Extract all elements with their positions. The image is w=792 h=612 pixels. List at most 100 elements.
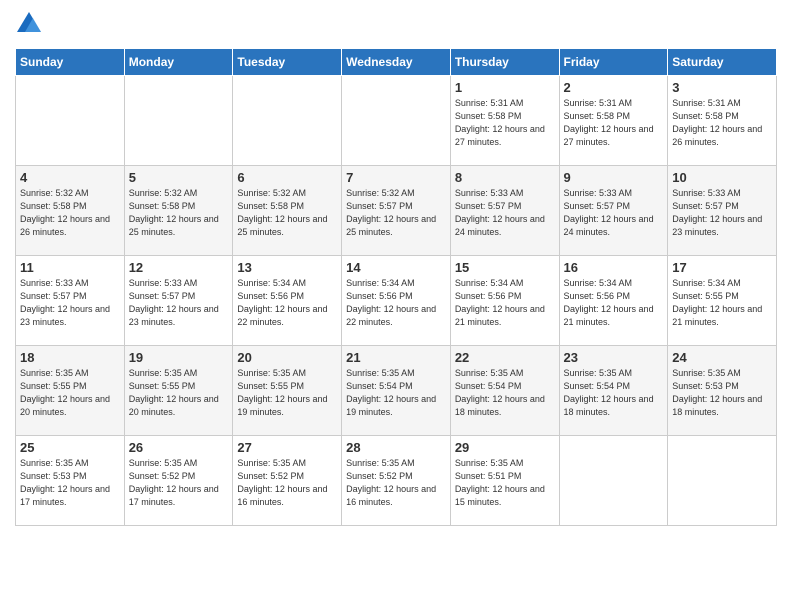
day-number: 23	[564, 350, 664, 365]
calendar-table: SundayMondayTuesdayWednesdayThursdayFrid…	[15, 48, 777, 526]
calendar-cell	[16, 76, 125, 166]
calendar-cell	[124, 76, 233, 166]
calendar-cell: 23 Sunrise: 5:35 AM Sunset: 5:54 PM Dayli…	[559, 346, 668, 436]
day-info: Sunrise: 5:31 AM Sunset: 5:58 PM Dayligh…	[564, 97, 664, 149]
calendar-cell	[342, 76, 451, 166]
day-info: Sunrise: 5:31 AM Sunset: 5:58 PM Dayligh…	[455, 97, 555, 149]
logo-icon	[15, 10, 43, 38]
day-info: Sunrise: 5:32 AM Sunset: 5:58 PM Dayligh…	[237, 187, 337, 239]
calendar-week-row: 25 Sunrise: 5:35 AM Sunset: 5:53 PM Dayli…	[16, 436, 777, 526]
calendar-cell: 26Sunrise: 5:35 AM Sunset: 5:52 PM Dayli…	[124, 436, 233, 526]
logo	[15, 10, 47, 38]
calendar-cell: 17 Sunrise: 5:34 AM Sunset: 5:55 PM Dayli…	[668, 256, 777, 346]
calendar-cell: 20 Sunrise: 5:35 AM Sunset: 5:55 PM Dayli…	[233, 346, 342, 436]
day-number: 4	[20, 170, 120, 185]
calendar-cell: 8 Sunrise: 5:33 AM Sunset: 5:57 PM Daylig…	[450, 166, 559, 256]
calendar-cell: 2 Sunrise: 5:31 AM Sunset: 5:58 PM Daylig…	[559, 76, 668, 166]
day-info: Sunrise: 5:35 AM Sunset: 5:53 PM Dayligh…	[672, 367, 772, 419]
calendar-cell: 15 Sunrise: 5:34 AM Sunset: 5:56 PM Dayli…	[450, 256, 559, 346]
weekday-header-row: SundayMondayTuesdayWednesdayThursdayFrid…	[16, 49, 777, 76]
day-info: Sunrise: 5:33 AM Sunset: 5:57 PM Dayligh…	[129, 277, 229, 329]
day-info: Sunrise: 5:32 AM Sunset: 5:57 PM Dayligh…	[346, 187, 446, 239]
day-number: 28	[346, 440, 446, 455]
day-info: Sunrise: 5:34 AM Sunset: 5:56 PM Dayligh…	[455, 277, 555, 329]
day-number: 20	[237, 350, 337, 365]
day-number: 3	[672, 80, 772, 95]
weekday-header-thursday: Thursday	[450, 49, 559, 76]
day-number: 27	[237, 440, 337, 455]
day-number: 5	[129, 170, 229, 185]
calendar-cell	[233, 76, 342, 166]
day-info: Sunrise: 5:33 AM Sunset: 5:57 PM Dayligh…	[20, 277, 120, 329]
day-info: Sunrise: 5:35 AM Sunset: 5:55 PM Dayligh…	[129, 367, 229, 419]
day-number: 9	[564, 170, 664, 185]
calendar-week-row: 11 Sunrise: 5:33 AM Sunset: 5:57 PM Dayli…	[16, 256, 777, 346]
day-number: 10	[672, 170, 772, 185]
day-number: 8	[455, 170, 555, 185]
day-info: Sunrise: 5:34 AM Sunset: 5:56 PM Dayligh…	[346, 277, 446, 329]
day-number: 1	[455, 80, 555, 95]
day-number: 24	[672, 350, 772, 365]
calendar-cell: 12 Sunrise: 5:33 AM Sunset: 5:57 PM Dayli…	[124, 256, 233, 346]
weekday-header-tuesday: Tuesday	[233, 49, 342, 76]
day-number: 14	[346, 260, 446, 275]
day-number: 12	[129, 260, 229, 275]
calendar-cell: 16 Sunrise: 5:34 AM Sunset: 5:56 PM Dayli…	[559, 256, 668, 346]
calendar-cell: 4 Sunrise: 5:32 AM Sunset: 5:58 PM Daylig…	[16, 166, 125, 256]
weekday-header-monday: Monday	[124, 49, 233, 76]
calendar-cell: 21Sunrise: 5:35 AM Sunset: 5:54 PM Dayli…	[342, 346, 451, 436]
day-number: 18	[20, 350, 120, 365]
day-info: Sunrise: 5:34 AM Sunset: 5:55 PM Dayligh…	[672, 277, 772, 329]
calendar-cell: 3 Sunrise: 5:31 AM Sunset: 5:58 PM Daylig…	[668, 76, 777, 166]
day-number: 22	[455, 350, 555, 365]
calendar-cell	[559, 436, 668, 526]
day-number: 26	[129, 440, 229, 455]
day-info: Sunrise: 5:35 AM Sunset: 5:54 PM Dayligh…	[564, 367, 664, 419]
day-info: Sunrise: 5:34 AM Sunset: 5:56 PM Dayligh…	[237, 277, 337, 329]
day-number: 7	[346, 170, 446, 185]
calendar-cell: 29Sunrise: 5:35 AM Sunset: 5:51 PM Dayli…	[450, 436, 559, 526]
day-number: 13	[237, 260, 337, 275]
day-info: Sunrise: 5:35 AM Sunset: 5:55 PM Dayligh…	[20, 367, 120, 419]
day-number: 6	[237, 170, 337, 185]
day-number: 21	[346, 350, 446, 365]
weekday-header-saturday: Saturday	[668, 49, 777, 76]
day-info: Sunrise: 5:31 AM Sunset: 5:58 PM Dayligh…	[672, 97, 772, 149]
calendar-cell: 9 Sunrise: 5:33 AM Sunset: 5:57 PM Daylig…	[559, 166, 668, 256]
day-info: Sunrise: 5:33 AM Sunset: 5:57 PM Dayligh…	[455, 187, 555, 239]
weekday-header-friday: Friday	[559, 49, 668, 76]
calendar-cell: 24 Sunrise: 5:35 AM Sunset: 5:53 PM Dayli…	[668, 346, 777, 436]
calendar-cell: 11 Sunrise: 5:33 AM Sunset: 5:57 PM Dayli…	[16, 256, 125, 346]
calendar-cell: 6 Sunrise: 5:32 AM Sunset: 5:58 PM Daylig…	[233, 166, 342, 256]
calendar-week-row: 18 Sunrise: 5:35 AM Sunset: 5:55 PM Dayli…	[16, 346, 777, 436]
calendar-cell: 7 Sunrise: 5:32 AM Sunset: 5:57 PM Daylig…	[342, 166, 451, 256]
day-number: 25	[20, 440, 120, 455]
day-number: 11	[20, 260, 120, 275]
calendar-cell: 5 Sunrise: 5:32 AM Sunset: 5:58 PM Daylig…	[124, 166, 233, 256]
day-number: 29	[455, 440, 555, 455]
day-info: Sunrise: 5:35 AM Sunset: 5:52 PM Dayligh…	[346, 457, 446, 509]
day-info: Sunrise: 5:35 AM Sunset: 5:53 PM Dayligh…	[20, 457, 120, 509]
day-number: 16	[564, 260, 664, 275]
weekday-header-wednesday: Wednesday	[342, 49, 451, 76]
calendar-cell: 19Sunrise: 5:35 AM Sunset: 5:55 PM Dayli…	[124, 346, 233, 436]
calendar-cell: 14 Sunrise: 5:34 AM Sunset: 5:56 PM Dayli…	[342, 256, 451, 346]
calendar-cell: 18 Sunrise: 5:35 AM Sunset: 5:55 PM Dayli…	[16, 346, 125, 436]
calendar-cell	[668, 436, 777, 526]
calendar-cell: 10Sunrise: 5:33 AM Sunset: 5:57 PM Dayli…	[668, 166, 777, 256]
day-info: Sunrise: 5:32 AM Sunset: 5:58 PM Dayligh…	[20, 187, 120, 239]
day-info: Sunrise: 5:35 AM Sunset: 5:55 PM Dayligh…	[237, 367, 337, 419]
calendar-cell: 28 Sunrise: 5:35 AM Sunset: 5:52 PM Dayli…	[342, 436, 451, 526]
day-info: Sunrise: 5:35 AM Sunset: 5:52 PM Dayligh…	[237, 457, 337, 509]
day-number: 2	[564, 80, 664, 95]
calendar-cell: 27 Sunrise: 5:35 AM Sunset: 5:52 PM Dayli…	[233, 436, 342, 526]
day-info: Sunrise: 5:34 AM Sunset: 5:56 PM Dayligh…	[564, 277, 664, 329]
page-header	[15, 10, 777, 38]
day-number: 15	[455, 260, 555, 275]
day-info: Sunrise: 5:32 AM Sunset: 5:58 PM Dayligh…	[129, 187, 229, 239]
day-number: 17	[672, 260, 772, 275]
day-info: Sunrise: 5:33 AM Sunset: 5:57 PM Dayligh…	[564, 187, 664, 239]
calendar-cell: 25 Sunrise: 5:35 AM Sunset: 5:53 PM Dayli…	[16, 436, 125, 526]
weekday-header-sunday: Sunday	[16, 49, 125, 76]
day-info: Sunrise: 5:35 AM Sunset: 5:54 PM Dayligh…	[455, 367, 555, 419]
